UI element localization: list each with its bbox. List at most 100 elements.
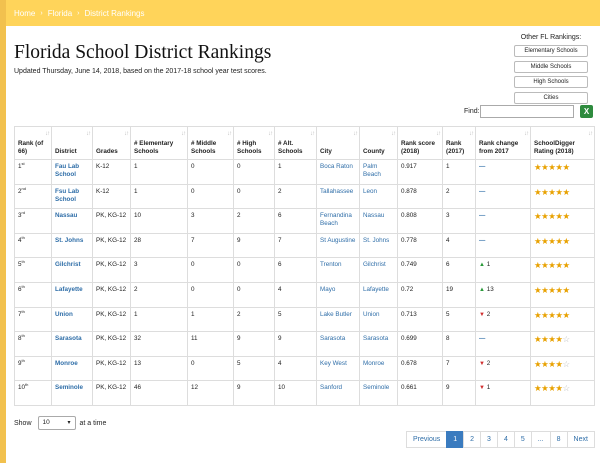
city-link[interactable]: Sarasota bbox=[320, 335, 345, 342]
county-link[interactable]: Palm Beach bbox=[363, 163, 381, 178]
rank-change-value: 1 bbox=[484, 261, 491, 269]
city-link[interactable]: Boca Raton bbox=[320, 163, 353, 170]
district-link[interactable]: Nassau bbox=[55, 212, 77, 219]
empty-star-icon: ☆ bbox=[562, 334, 571, 345]
elementary-schools-button[interactable]: Elementary Schools bbox=[514, 45, 588, 57]
page-4-button[interactable]: 4 bbox=[496, 431, 515, 448]
city-link[interactable]: St Augustine bbox=[320, 237, 355, 244]
city-link[interactable]: Lake Butler bbox=[320, 311, 352, 318]
county-cell: Monroe bbox=[359, 355, 398, 382]
cities-button[interactable]: Cities bbox=[514, 91, 588, 104]
rankings-table: Rank (of 66) ↓↑ District ↓↑ Grades ↓↑ # Elemen… bbox=[14, 126, 595, 406]
page-ellipsis: ... bbox=[530, 431, 551, 448]
district-link[interactable]: Fsu Lab School bbox=[55, 188, 79, 203]
county-link[interactable]: Seminole bbox=[363, 384, 389, 391]
alt-count-cell: 4 bbox=[274, 355, 317, 382]
county-link[interactable]: Lafayette bbox=[363, 286, 389, 293]
page-2-button[interactable]: 2 bbox=[463, 431, 482, 448]
excel-export-icon[interactable]: X bbox=[580, 105, 593, 118]
rank-change-value: 2 bbox=[484, 359, 491, 367]
rank-change-cell: ▲ 13 bbox=[475, 281, 531, 308]
rank-suffix: th bbox=[21, 357, 25, 363]
city-link[interactable]: Key West bbox=[320, 360, 347, 367]
column-header[interactable]: Rank score (2018) ↓↑ bbox=[397, 126, 443, 160]
column-header[interactable]: Rank change from 2017 ↓↑ bbox=[475, 126, 531, 160]
page-1-button[interactable]: 1 bbox=[446, 431, 465, 448]
city-link[interactable]: Trenton bbox=[320, 261, 341, 268]
find-input[interactable] bbox=[480, 105, 574, 118]
breadcrumb-home[interactable]: Home bbox=[14, 9, 35, 18]
column-header[interactable]: Grades ↓↑ bbox=[92, 126, 131, 160]
city-link[interactable]: Sanford bbox=[320, 384, 342, 391]
middle-schools-button[interactable]: Middle Schools bbox=[514, 60, 588, 73]
city-link[interactable]: Tallahassee bbox=[320, 188, 353, 195]
city-link[interactable]: Mayo bbox=[320, 286, 335, 293]
table-row: 6th Lafayette PK, KG-12 2 0 0 4 Mayo Lafayette 0.… bbox=[14, 281, 595, 308]
page-5-button[interactable]: 5 bbox=[513, 431, 532, 448]
county-link[interactable]: Nassau bbox=[363, 212, 384, 219]
rank-change-value: 13 bbox=[484, 285, 494, 293]
district-link[interactable]: Monroe bbox=[55, 360, 78, 367]
district-link[interactable]: Seminole bbox=[55, 384, 83, 391]
high-schools-button[interactable]: High Schools bbox=[514, 76, 588, 88]
rank-2017-cell: 7 bbox=[442, 355, 476, 382]
district-link[interactable]: Gilchrist bbox=[55, 261, 81, 268]
next-page-button[interactable]: Next bbox=[566, 431, 595, 448]
district-link[interactable]: Lafayette bbox=[55, 286, 83, 293]
county-link[interactable]: St. Johns bbox=[363, 237, 389, 244]
column-header[interactable]: City ↓↑ bbox=[316, 126, 360, 160]
column-header[interactable]: # Elementary Schools ↓↑ bbox=[130, 126, 188, 160]
rank-change-cell: — bbox=[475, 159, 531, 185]
column-header[interactable]: Rank (2017) ↓↑ bbox=[442, 126, 476, 160]
district-cell: Monroe bbox=[51, 355, 93, 382]
page-3-button[interactable]: 3 bbox=[480, 431, 498, 448]
rank-score-cell: 0.749 bbox=[397, 257, 443, 283]
county-link[interactable]: Sarasota bbox=[363, 335, 388, 342]
rank-suffix: th bbox=[21, 308, 25, 314]
table-header-row: Rank (of 66) ↓↑ District ↓↑ Grades ↓↑ # Elemen… bbox=[14, 126, 595, 160]
elementary-count-cell: 3 bbox=[130, 257, 188, 283]
city-cell: Sarasota bbox=[316, 331, 360, 357]
other-rankings-title: Other FL Rankings: bbox=[520, 34, 582, 41]
column-header[interactable]: # Alt. Schools ↓↑ bbox=[274, 126, 317, 160]
column-header[interactable]: SchoolDigger Rating (2018) ↓↑ bbox=[530, 126, 595, 160]
county-link[interactable]: Union bbox=[363, 311, 379, 318]
star-rating: ★★★★☆ bbox=[534, 334, 570, 344]
district-link[interactable]: St. Johns bbox=[55, 237, 83, 244]
page-8-button[interactable]: 8 bbox=[549, 431, 568, 448]
page-size-select[interactable]: 10 ▾ bbox=[37, 416, 76, 430]
rank-score-cell: 0.778 bbox=[397, 232, 443, 259]
column-header[interactable]: # Middle Schools ↓↑ bbox=[187, 126, 234, 160]
rank-score-cell: 0.808 bbox=[397, 208, 443, 234]
district-link[interactable]: Union bbox=[55, 311, 73, 318]
city-link[interactable]: Fernandina Beach bbox=[320, 212, 352, 227]
county-link[interactable]: Monroe bbox=[363, 360, 384, 367]
column-header[interactable]: District ↓↑ bbox=[51, 126, 93, 160]
column-header-label: Rank (2017) bbox=[446, 140, 465, 155]
city-cell: Key West bbox=[316, 355, 360, 382]
column-header-label: Grades bbox=[96, 148, 118, 155]
find-label: Find: bbox=[464, 108, 480, 115]
county-link[interactable]: Leon bbox=[363, 188, 377, 195]
sort-icon: ↓↑ bbox=[124, 131, 129, 137]
previous-page-button[interactable]: Previous bbox=[406, 431, 448, 448]
column-header-label: County bbox=[363, 148, 385, 155]
high-count-cell: 0 bbox=[233, 183, 275, 210]
column-header[interactable]: # High Schools ↓↑ bbox=[233, 126, 275, 160]
column-header[interactable]: Rank (of 66) ↓↑ bbox=[14, 126, 52, 160]
column-header[interactable]: County ↓↑ bbox=[359, 126, 398, 160]
empty-star-icon: ☆ bbox=[562, 358, 571, 369]
rank-cell: 5th bbox=[14, 257, 52, 283]
district-link[interactable]: Sarasota bbox=[55, 335, 82, 342]
breadcrumb-florida[interactable]: Florida bbox=[48, 9, 72, 18]
district-cell: Fau Lab School bbox=[51, 159, 93, 185]
rank-score-cell: 0.713 bbox=[397, 306, 443, 333]
grades-cell: PK, KG-12 bbox=[92, 281, 131, 308]
district-link[interactable]: Fau Lab School bbox=[55, 163, 79, 178]
rating-cell: ★★★★★ bbox=[530, 183, 595, 210]
rank-change-cell: ▼ 2 bbox=[475, 355, 531, 382]
high-count-cell: 9 bbox=[233, 331, 275, 357]
elementary-count-cell: 10 bbox=[130, 208, 188, 234]
star-icon: ★ bbox=[555, 260, 563, 271]
county-link[interactable]: Gilchrist bbox=[363, 261, 386, 268]
